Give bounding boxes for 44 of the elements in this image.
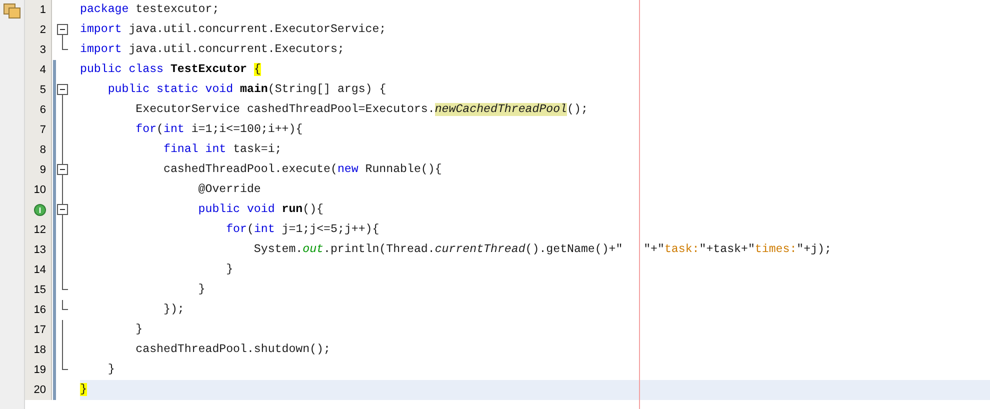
line-number: 7	[40, 123, 46, 138]
line-number: 5	[40, 83, 46, 98]
override-badge[interactable]: I	[34, 204, 46, 216]
code-line: import java.util.concurrent.Executors;	[80, 42, 344, 58]
collapse-icon[interactable]	[57, 164, 68, 175]
line-number: 6	[40, 103, 46, 118]
line-number: 18	[34, 343, 46, 358]
line-number: 2	[40, 23, 46, 38]
collapse-icon[interactable]	[57, 204, 68, 215]
code-line: public class TestExcutor {	[80, 62, 261, 78]
line-number: 4	[40, 63, 46, 78]
line-number: 9	[40, 163, 46, 178]
code-line: }	[106, 362, 115, 378]
line-number: 8	[40, 143, 46, 158]
line-number: 10	[34, 183, 46, 198]
line-number: 19	[34, 363, 46, 378]
files-icon[interactable]	[3, 3, 21, 19]
code-line: public static void main(String[] args) {	[106, 82, 386, 98]
code-line: public void run(){	[197, 202, 324, 218]
code-line: package testexcutor;	[80, 2, 220, 18]
line-number: 15	[34, 283, 46, 298]
collapse-icon[interactable]	[57, 84, 68, 95]
code-line: }	[197, 282, 206, 298]
line-number: 13	[34, 243, 46, 258]
code-line: import java.util.concurrent.ExecutorService;	[80, 22, 386, 38]
code-line: System.out.println(Thread.currentThread().getName()+" "+"task:"+task+"times:"+j);	[252, 242, 832, 258]
code-line: }	[134, 322, 143, 338]
code-line: for(int i=1;i<=100;i++){	[134, 122, 303, 138]
collapse-icon[interactable]	[57, 24, 68, 35]
line-number: 16	[34, 303, 46, 318]
code-line: for(int j=1;j<=5;j++){	[225, 222, 380, 238]
code-line: ExecutorService cashedThreadPool=Executors.newCachedThreadPool();	[134, 102, 588, 118]
code-line: cashedThreadPool.execute(new Runnable(){	[162, 162, 442, 178]
code-line: final int task=i;	[162, 142, 282, 158]
line-number: 20	[34, 383, 46, 398]
line-number: 14	[34, 263, 46, 278]
code-line: @Override	[197, 182, 261, 198]
line-number: 12	[34, 223, 46, 238]
line-number: 1	[40, 3, 46, 18]
code-line: });	[162, 302, 184, 318]
line-number: 3	[40, 43, 46, 58]
code-line: }	[225, 262, 234, 278]
line-number: 17	[34, 323, 46, 338]
code-line: cashedThreadPool.shutdown();	[134, 342, 330, 358]
